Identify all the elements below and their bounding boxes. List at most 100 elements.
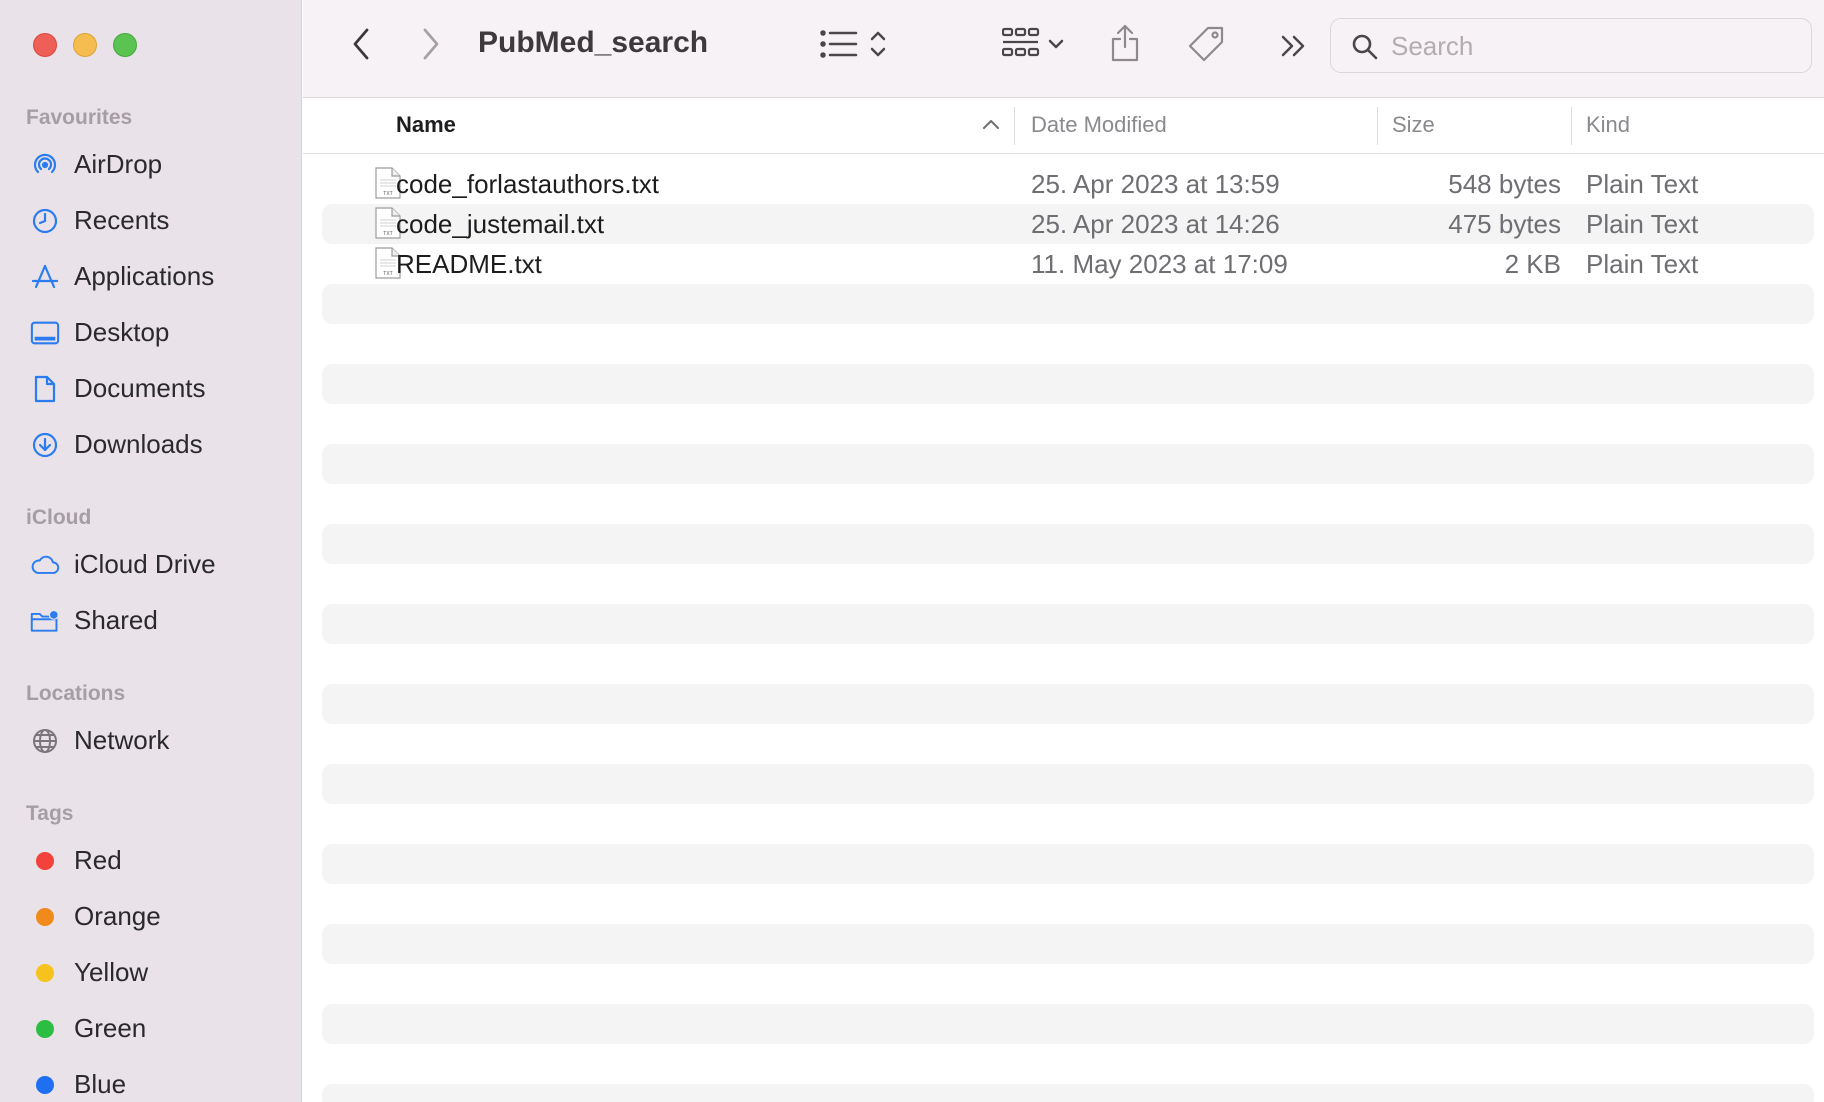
document-icon [30,375,60,403]
share-icon [1109,23,1141,68]
sidebar-item-label: AirDrop [74,148,163,179]
file-kind: Plain Text [1586,209,1699,239]
sort-ascending-icon [982,117,1000,135]
tag-icon [1186,24,1226,69]
column-header-date-modified[interactable]: Date Modified [1031,112,1167,138]
sidebar-tag-red[interactable]: Red [0,836,302,884]
chevron-right-icon [421,27,441,66]
file-kind: Plain Text [1586,249,1699,279]
sidebar-item-label: Blue [74,1068,127,1099]
sidebar: Favourites AirDrop Recents Applications … [0,0,302,1102]
sidebar-item-recents[interactable]: Recents [0,196,302,244]
window-controls [33,33,137,57]
svg-text:TXT: TXT [383,231,392,237]
empty-row-stripe [322,364,1814,404]
group-button[interactable] [993,26,1073,66]
file-row[interactable]: TXT code_justemail.txt 25. Apr 2023 at 1… [322,204,1814,244]
back-button[interactable] [343,28,379,64]
sidebar-item-applications[interactable]: Applications [0,252,302,300]
search-input[interactable] [1391,27,1791,65]
favourites-header: Favourites [26,106,133,129]
sidebar-item-label: iCloud Drive [74,548,216,579]
globe-icon [30,728,60,754]
sidebar-item-label: Recents [74,204,170,235]
double-chevron-right-icon [1280,34,1308,63]
svg-text:TXT: TXT [383,191,392,197]
sidebar-tag-yellow[interactable]: Yellow [0,948,302,996]
chevron-left-icon [351,27,371,66]
search-icon [1351,33,1379,66]
empty-row-stripe [322,284,1814,324]
sidebar-item-label: Documents [74,372,206,403]
column-divider[interactable] [1014,107,1015,145]
tags-header: Tags [26,802,74,825]
sidebar-item-label: Green [74,1012,147,1043]
blue-tag-dot [30,1072,60,1098]
green-tag-dot [30,1016,60,1042]
file-name: README.txt [396,249,542,279]
shared-folder-icon [30,608,60,634]
file-list: TXT code_forlastauthors.txt 25. Apr 2023… [303,155,1824,1102]
file-size: 548 bytes [1448,169,1561,199]
toolbar: PubMed_search [303,0,1824,98]
share-button[interactable] [1103,22,1147,68]
icloud-header: iCloud [26,506,92,529]
empty-row-stripe [322,444,1814,484]
close-window-button[interactable] [33,33,57,57]
empty-row-stripe [322,524,1814,564]
download-icon [30,432,60,458]
empty-row-stripe [322,604,1814,644]
cloud-icon [30,552,60,578]
file-name: code_justemail.txt [396,209,605,239]
chevron-down-icon [1048,37,1064,55]
locations-header: Locations [26,682,126,705]
column-header-kind[interactable]: Kind [1586,112,1630,138]
sidebar-item-network[interactable]: Network [0,716,302,764]
zoom-window-button[interactable] [113,33,137,57]
orange-tag-dot [30,904,60,930]
column-divider[interactable] [1377,107,1378,145]
sidebar-item-airdrop[interactable]: AirDrop [0,140,302,188]
column-header-bar: Name Date Modified Size Kind [303,99,1824,154]
sidebar-tag-blue[interactable]: Blue [0,1060,302,1102]
sidebar-item-documents[interactable]: Documents [0,364,302,412]
forward-button[interactable] [413,28,449,64]
sidebar-tag-orange[interactable]: Orange [0,892,302,940]
file-kind: Plain Text [1586,169,1699,199]
desktop-icon [30,320,60,346]
file-date-modified: 25. Apr 2023 at 13:59 [1031,169,1280,199]
column-header-size[interactable]: Size [1392,112,1435,138]
empty-row-stripe [322,684,1814,724]
tag-button[interactable] [1181,24,1231,68]
file-size: 475 bytes [1448,209,1561,239]
file-date-modified: 11. May 2023 at 17:09 [1031,249,1288,279]
more-toolbar-button[interactable] [1277,30,1311,66]
window-title: PubMed_search [478,26,709,59]
file-name: code_forlastauthors.txt [396,169,660,199]
view-options-button[interactable] [813,26,893,66]
svg-text:TXT: TXT [383,271,392,277]
list-view-icon [820,29,860,64]
sidebar-item-shared[interactable]: Shared [0,596,302,644]
sidebar-item-icloud-drive[interactable]: iCloud Drive [0,540,302,588]
empty-row-stripe [322,1004,1814,1044]
sidebar-item-desktop[interactable]: Desktop [0,308,302,356]
empty-row-stripe [322,764,1814,804]
sidebar-item-label: Red [74,844,122,875]
search-field[interactable] [1330,18,1812,73]
file-row[interactable]: TXT code_forlastauthors.txt 25. Apr 2023… [322,164,1814,204]
minimize-window-button[interactable] [73,33,97,57]
sidebar-item-label: Network [74,724,170,755]
sidebar-tag-green[interactable]: Green [0,1004,302,1052]
sidebar-item-downloads[interactable]: Downloads [0,420,302,468]
sidebar-item-label: Shared [74,604,158,635]
airdrop-icon [30,152,60,178]
file-row[interactable]: TXT README.txt 11. May 2023 at 17:09 2 K… [322,244,1814,284]
column-divider[interactable] [1571,107,1572,145]
file-size: 2 KB [1504,249,1561,279]
empty-row-stripe [322,924,1814,964]
clock-icon [30,208,60,234]
column-header-name[interactable]: Name [396,112,456,138]
grid-icon [1001,27,1040,66]
empty-row-stripe [322,1084,1814,1102]
